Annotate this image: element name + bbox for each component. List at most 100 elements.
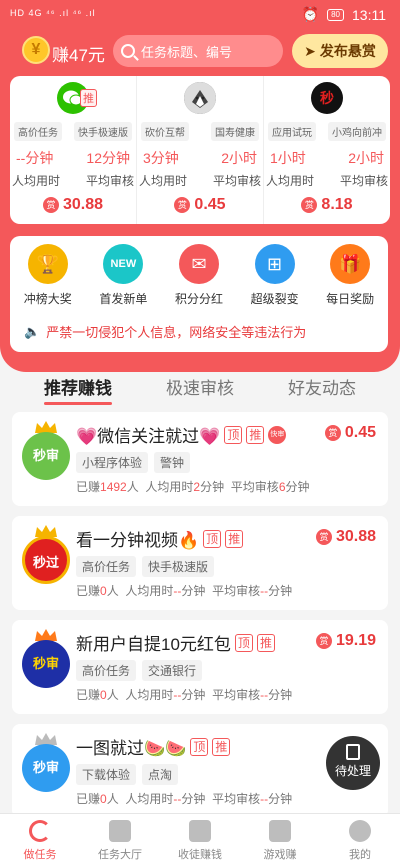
featured-task-card[interactable]: 推 高价任务 快手极速版 --分钟 12分钟 人均用时 平均审核 赏 30.88: [10, 76, 137, 224]
grid-icon: [109, 820, 131, 842]
network-icon: ⊞: [254, 244, 295, 284]
paper-plane-icon: ➤: [304, 42, 316, 59]
tab-recommended[interactable]: 推荐赚钱: [44, 374, 112, 405]
task-tabs: 推荐赚钱 极速审核 好友动态: [0, 374, 400, 405]
trophy-icon: 🏆: [27, 244, 68, 284]
nav-do-tasks[interactable]: 做任务: [0, 814, 80, 867]
nav-label: 做任务: [23, 849, 57, 861]
task-tag: 快手极速版: [142, 556, 215, 577]
featured-task-card[interactable]: 秒 应用试玩 小鸡向前冲 1小时 2小时 人均用时 平均审核 赏 8.18: [264, 76, 390, 224]
stat-text: 分钟: [268, 584, 293, 598]
publish-reward-button[interactable]: ➤ 发布悬赏: [292, 34, 388, 68]
task-card[interactable]: 秒审 新用户自提10元红包 顶 推 赏 19.19 高价任务 交通银行 已赚0人…: [12, 620, 388, 714]
stat-text: 人: [106, 584, 119, 598]
stat-text: 平均审核: [212, 792, 261, 806]
top-badge: 顶: [234, 633, 253, 652]
task-title: 新用户自提10元红包 顶 推: [76, 630, 275, 655]
nav-games[interactable]: 游戏赚: [240, 814, 320, 867]
task-stats: 已赚0人 人均用时--分钟 平均审核--分钟: [76, 686, 292, 703]
search-input[interactable]: 任务标题、编号: [113, 35, 283, 67]
stat-text: 平均审核: [212, 584, 261, 598]
task-title: 看一分钟视频🔥 顶 推: [76, 526, 244, 551]
price-value: 0.45: [344, 424, 376, 441]
task-tag: 小鸡向前冲: [328, 122, 386, 141]
gamepad-icon: [269, 820, 291, 842]
feature-label: 每日奖励: [326, 292, 375, 306]
speaker-icon: 🔈: [24, 323, 41, 339]
feature-daily-reward[interactable]: 🎁 每日奖励: [317, 244, 383, 307]
reward-icon: 赏: [315, 529, 332, 545]
featured-tasks: 推 高价任务 快手极速版 --分钟 12分钟 人均用时 平均审核 赏 30.88…: [10, 76, 390, 224]
task-stats: 已赚0人 人均用时--分钟 平均审核--分钟: [76, 582, 292, 599]
stat-text: 已赚: [76, 584, 101, 598]
task-card[interactable]: 秒过 看一分钟视频🔥 顶 推 赏 30.88 高价任务 快手极速版 已赚0人 人…: [12, 516, 388, 610]
task-price: 赏 0.45: [324, 424, 376, 442]
recommend-badge: 推: [256, 633, 275, 652]
task-tag: 警钟: [154, 452, 191, 473]
task-tag: 应用试玩: [268, 122, 316, 141]
task-logo: 秒审: [22, 640, 70, 688]
document-icon: [346, 744, 360, 760]
task-tag: 点淘: [142, 764, 179, 785]
stat-text: 人均用时: [125, 688, 174, 702]
task-stats: 已赚1492人 人均用时2分钟 平均审核6分钟: [76, 478, 310, 495]
task-tag: 高价任务: [14, 122, 62, 141]
tab-fast-review[interactable]: 极速审核: [166, 374, 234, 399]
task-title-text: 💗微信关注就过💗: [76, 427, 221, 446]
nav-task-hall[interactable]: 任务大厅: [80, 814, 160, 867]
reward-icon: 赏: [315, 633, 332, 649]
avg-time-value: 3分钟: [143, 150, 179, 166]
notice-text: 严禁一切侵犯个人信息，网络安全等违法行为: [46, 325, 307, 340]
avg-review-value: 2小时: [221, 150, 257, 166]
nav-label: 收徒赚钱: [178, 849, 222, 861]
price-value: 19.19: [335, 632, 376, 649]
stat-number: --: [260, 584, 269, 598]
feature-points-dividend[interactable]: ✉ 积分分红: [166, 244, 232, 307]
avg-review-label: 平均审核: [339, 174, 388, 188]
bottom-navigation: 做任务 任务大厅 收徒赚钱 游戏赚 我的: [0, 813, 400, 867]
avg-time-label: 人均用时: [12, 174, 61, 188]
stat-text: 人: [126, 480, 139, 494]
feature-ranking[interactable]: 🏆 冲榜大奖: [15, 244, 81, 307]
pending-tasks-button[interactable]: 待处理: [326, 736, 380, 790]
stat-number: 0: [100, 688, 107, 702]
clock: 13:11: [352, 6, 386, 23]
new-icon: NEW: [103, 244, 144, 284]
notice-banner[interactable]: 🔈 严禁一切侵犯个人信息，网络安全等违法行为: [24, 322, 306, 341]
feature-label: 积分分红: [174, 292, 223, 306]
user-icon: [349, 820, 371, 842]
stat-text: 分钟: [181, 688, 206, 702]
tab-friend-activity[interactable]: 好友动态: [288, 374, 356, 399]
nav-label: 任务大厅: [98, 849, 142, 861]
nav-profile[interactable]: 我的: [320, 814, 400, 867]
stat-text: 人均用时: [125, 792, 174, 806]
task-tag: 交通银行: [142, 660, 203, 681]
nav-recruit[interactable]: 收徒赚钱: [160, 814, 240, 867]
signal-indicators: HD 4G ⁴⁶ .ıl ⁴⁶ .ıl: [10, 8, 96, 18]
earned-amount[interactable]: 赚47元: [52, 41, 105, 66]
miao-logo-icon: 秒: [311, 82, 343, 114]
coin-icon: ¥: [22, 36, 50, 64]
stat-text: 分钟: [181, 792, 206, 806]
avg-review-value: 12分钟: [86, 150, 130, 166]
reward-icon: 赏: [324, 425, 341, 441]
feature-fission[interactable]: ⊞ 超级裂变: [242, 244, 308, 307]
envelope-icon: ✉: [178, 244, 219, 284]
top-badge: 顶: [203, 529, 222, 548]
avg-time-value: --分钟: [16, 150, 54, 166]
pending-label: 待处理: [334, 764, 371, 778]
reward-amount: 30.88: [62, 196, 104, 213]
recommend-badge: 推: [225, 529, 244, 548]
nav-label: 游戏赚: [263, 849, 297, 861]
task-tag: 小程序体验: [76, 452, 149, 473]
stat-text: 已赚: [76, 688, 101, 702]
feature-label: 超级裂变: [250, 292, 299, 306]
fast-review-badge: 快审: [268, 425, 287, 444]
task-title: 一图就过🍉🍉 顶 推: [76, 734, 231, 759]
stat-number: --: [260, 792, 269, 806]
featured-task-card[interactable]: 砍价互帮 国寿健康 3分钟 2小时 人均用时 平均审核 赏 0.45: [137, 76, 264, 224]
task-card[interactable]: 秒审 💗微信关注就过💗 顶 推 快审 赏 0.45 小程序体验 警钟 已赚149…: [12, 412, 388, 506]
stat-text: 分钟: [268, 688, 293, 702]
top-badge: 顶: [190, 737, 209, 756]
feature-new-orders[interactable]: NEW 首发新单: [90, 244, 156, 307]
